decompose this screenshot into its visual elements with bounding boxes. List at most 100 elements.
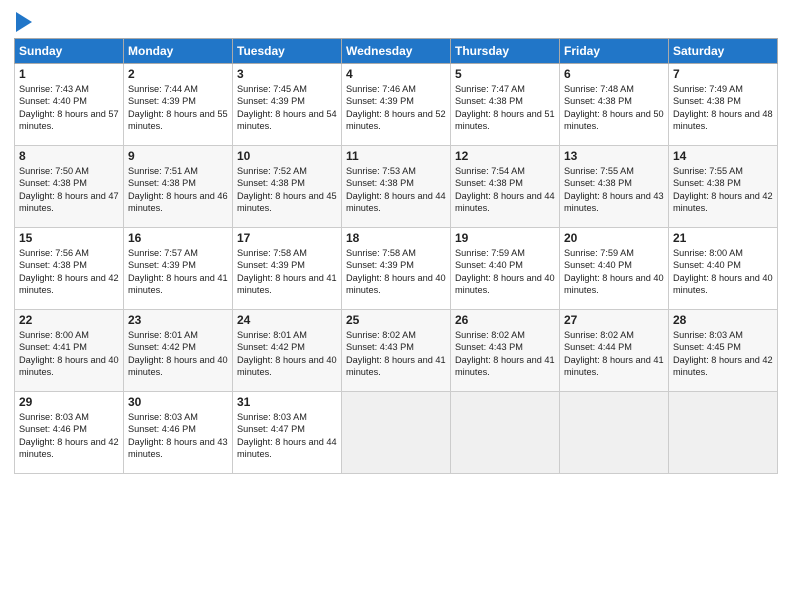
calendar-cell: 5 Sunrise: 7:47 AMSunset: 4:38 PMDayligh… bbox=[451, 64, 560, 146]
cell-content: Sunrise: 7:44 AMSunset: 4:39 PMDaylight:… bbox=[128, 84, 228, 131]
cell-content: Sunrise: 7:47 AMSunset: 4:38 PMDaylight:… bbox=[455, 84, 555, 131]
calendar-cell: 9 Sunrise: 7:51 AMSunset: 4:38 PMDayligh… bbox=[124, 146, 233, 228]
calendar-header-sunday: Sunday bbox=[15, 39, 124, 64]
calendar-cell: 4 Sunrise: 7:46 AMSunset: 4:39 PMDayligh… bbox=[342, 64, 451, 146]
calendar-cell: 8 Sunrise: 7:50 AMSunset: 4:38 PMDayligh… bbox=[15, 146, 124, 228]
cell-content: Sunrise: 7:56 AMSunset: 4:38 PMDaylight:… bbox=[19, 248, 119, 295]
calendar-cell: 17 Sunrise: 7:58 AMSunset: 4:39 PMDaylig… bbox=[233, 228, 342, 310]
day-number: 11 bbox=[346, 149, 446, 163]
day-number: 18 bbox=[346, 231, 446, 245]
cell-content: Sunrise: 7:59 AMSunset: 4:40 PMDaylight:… bbox=[455, 248, 555, 295]
cell-content: Sunrise: 7:53 AMSunset: 4:38 PMDaylight:… bbox=[346, 166, 446, 213]
cell-content: Sunrise: 7:48 AMSunset: 4:38 PMDaylight:… bbox=[564, 84, 664, 131]
cell-content: Sunrise: 8:01 AMSunset: 4:42 PMDaylight:… bbox=[128, 330, 228, 377]
day-number: 2 bbox=[128, 67, 228, 81]
day-number: 21 bbox=[673, 231, 773, 245]
calendar-cell: 7 Sunrise: 7:49 AMSunset: 4:38 PMDayligh… bbox=[669, 64, 778, 146]
calendar-cell bbox=[560, 392, 669, 474]
calendar-cell: 27 Sunrise: 8:02 AMSunset: 4:44 PMDaylig… bbox=[560, 310, 669, 392]
calendar-cell: 14 Sunrise: 7:55 AMSunset: 4:38 PMDaylig… bbox=[669, 146, 778, 228]
calendar-week-2: 8 Sunrise: 7:50 AMSunset: 4:38 PMDayligh… bbox=[15, 146, 778, 228]
day-number: 4 bbox=[346, 67, 446, 81]
day-number: 6 bbox=[564, 67, 664, 81]
calendar-cell: 16 Sunrise: 7:57 AMSunset: 4:39 PMDaylig… bbox=[124, 228, 233, 310]
cell-content: Sunrise: 7:45 AMSunset: 4:39 PMDaylight:… bbox=[237, 84, 337, 131]
calendar-week-3: 15 Sunrise: 7:56 AMSunset: 4:38 PMDaylig… bbox=[15, 228, 778, 310]
page: SundayMondayTuesdayWednesdayThursdayFrid… bbox=[0, 0, 792, 612]
cell-content: Sunrise: 7:59 AMSunset: 4:40 PMDaylight:… bbox=[564, 248, 664, 295]
calendar-week-5: 29 Sunrise: 8:03 AMSunset: 4:46 PMDaylig… bbox=[15, 392, 778, 474]
calendar-cell: 11 Sunrise: 7:53 AMSunset: 4:38 PMDaylig… bbox=[342, 146, 451, 228]
day-number: 25 bbox=[346, 313, 446, 327]
calendar-table: SundayMondayTuesdayWednesdayThursdayFrid… bbox=[14, 38, 778, 474]
calendar-cell: 10 Sunrise: 7:52 AMSunset: 4:38 PMDaylig… bbox=[233, 146, 342, 228]
cell-content: Sunrise: 7:58 AMSunset: 4:39 PMDaylight:… bbox=[346, 248, 446, 295]
cell-content: Sunrise: 7:46 AMSunset: 4:39 PMDaylight:… bbox=[346, 84, 446, 131]
cell-content: Sunrise: 8:03 AMSunset: 4:45 PMDaylight:… bbox=[673, 330, 773, 377]
cell-content: Sunrise: 7:55 AMSunset: 4:38 PMDaylight:… bbox=[564, 166, 664, 213]
cell-content: Sunrise: 8:02 AMSunset: 4:43 PMDaylight:… bbox=[346, 330, 446, 377]
calendar-cell bbox=[342, 392, 451, 474]
calendar-cell: 2 Sunrise: 7:44 AMSunset: 4:39 PMDayligh… bbox=[124, 64, 233, 146]
day-number: 30 bbox=[128, 395, 228, 409]
logo-arrow-icon bbox=[16, 12, 32, 32]
cell-content: Sunrise: 8:03 AMSunset: 4:46 PMDaylight:… bbox=[19, 412, 119, 459]
calendar-week-1: 1 Sunrise: 7:43 AMSunset: 4:40 PMDayligh… bbox=[15, 64, 778, 146]
day-number: 13 bbox=[564, 149, 664, 163]
calendar-header-friday: Friday bbox=[560, 39, 669, 64]
day-number: 5 bbox=[455, 67, 555, 81]
calendar-header-wednesday: Wednesday bbox=[342, 39, 451, 64]
day-number: 26 bbox=[455, 313, 555, 327]
day-number: 20 bbox=[564, 231, 664, 245]
header bbox=[14, 10, 778, 32]
day-number: 15 bbox=[19, 231, 119, 245]
calendar-cell: 28 Sunrise: 8:03 AMSunset: 4:45 PMDaylig… bbox=[669, 310, 778, 392]
calendar-cell: 18 Sunrise: 7:58 AMSunset: 4:39 PMDaylig… bbox=[342, 228, 451, 310]
calendar-cell: 3 Sunrise: 7:45 AMSunset: 4:39 PMDayligh… bbox=[233, 64, 342, 146]
logo bbox=[14, 14, 32, 32]
cell-content: Sunrise: 8:00 AMSunset: 4:40 PMDaylight:… bbox=[673, 248, 773, 295]
day-number: 24 bbox=[237, 313, 337, 327]
day-number: 29 bbox=[19, 395, 119, 409]
cell-content: Sunrise: 8:01 AMSunset: 4:42 PMDaylight:… bbox=[237, 330, 337, 377]
day-number: 27 bbox=[564, 313, 664, 327]
cell-content: Sunrise: 7:54 AMSunset: 4:38 PMDaylight:… bbox=[455, 166, 555, 213]
cell-content: Sunrise: 7:43 AMSunset: 4:40 PMDaylight:… bbox=[19, 84, 119, 131]
calendar-cell: 19 Sunrise: 7:59 AMSunset: 4:40 PMDaylig… bbox=[451, 228, 560, 310]
calendar-cell: 13 Sunrise: 7:55 AMSunset: 4:38 PMDaylig… bbox=[560, 146, 669, 228]
day-number: 19 bbox=[455, 231, 555, 245]
cell-content: Sunrise: 8:03 AMSunset: 4:47 PMDaylight:… bbox=[237, 412, 337, 459]
calendar-cell: 24 Sunrise: 8:01 AMSunset: 4:42 PMDaylig… bbox=[233, 310, 342, 392]
calendar-cell: 21 Sunrise: 8:00 AMSunset: 4:40 PMDaylig… bbox=[669, 228, 778, 310]
calendar-cell: 25 Sunrise: 8:02 AMSunset: 4:43 PMDaylig… bbox=[342, 310, 451, 392]
calendar-cell: 23 Sunrise: 8:01 AMSunset: 4:42 PMDaylig… bbox=[124, 310, 233, 392]
day-number: 10 bbox=[237, 149, 337, 163]
cell-content: Sunrise: 7:50 AMSunset: 4:38 PMDaylight:… bbox=[19, 166, 119, 213]
day-number: 28 bbox=[673, 313, 773, 327]
cell-content: Sunrise: 7:57 AMSunset: 4:39 PMDaylight:… bbox=[128, 248, 228, 295]
day-number: 3 bbox=[237, 67, 337, 81]
calendar-cell: 29 Sunrise: 8:03 AMSunset: 4:46 PMDaylig… bbox=[15, 392, 124, 474]
cell-content: Sunrise: 8:02 AMSunset: 4:43 PMDaylight:… bbox=[455, 330, 555, 377]
day-number: 9 bbox=[128, 149, 228, 163]
day-number: 1 bbox=[19, 67, 119, 81]
day-number: 14 bbox=[673, 149, 773, 163]
calendar-header-row: SundayMondayTuesdayWednesdayThursdayFrid… bbox=[15, 39, 778, 64]
calendar-header-tuesday: Tuesday bbox=[233, 39, 342, 64]
cell-content: Sunrise: 7:51 AMSunset: 4:38 PMDaylight:… bbox=[128, 166, 228, 213]
day-number: 8 bbox=[19, 149, 119, 163]
day-number: 31 bbox=[237, 395, 337, 409]
cell-content: Sunrise: 8:00 AMSunset: 4:41 PMDaylight:… bbox=[19, 330, 119, 377]
calendar-cell: 20 Sunrise: 7:59 AMSunset: 4:40 PMDaylig… bbox=[560, 228, 669, 310]
calendar-header-monday: Monday bbox=[124, 39, 233, 64]
calendar-week-4: 22 Sunrise: 8:00 AMSunset: 4:41 PMDaylig… bbox=[15, 310, 778, 392]
day-number: 23 bbox=[128, 313, 228, 327]
cell-content: Sunrise: 8:03 AMSunset: 4:46 PMDaylight:… bbox=[128, 412, 228, 459]
day-number: 12 bbox=[455, 149, 555, 163]
cell-content: Sunrise: 7:55 AMSunset: 4:38 PMDaylight:… bbox=[673, 166, 773, 213]
calendar-header-saturday: Saturday bbox=[669, 39, 778, 64]
calendar-cell: 15 Sunrise: 7:56 AMSunset: 4:38 PMDaylig… bbox=[15, 228, 124, 310]
cell-content: Sunrise: 8:02 AMSunset: 4:44 PMDaylight:… bbox=[564, 330, 664, 377]
calendar-cell: 26 Sunrise: 8:02 AMSunset: 4:43 PMDaylig… bbox=[451, 310, 560, 392]
cell-content: Sunrise: 7:58 AMSunset: 4:39 PMDaylight:… bbox=[237, 248, 337, 295]
